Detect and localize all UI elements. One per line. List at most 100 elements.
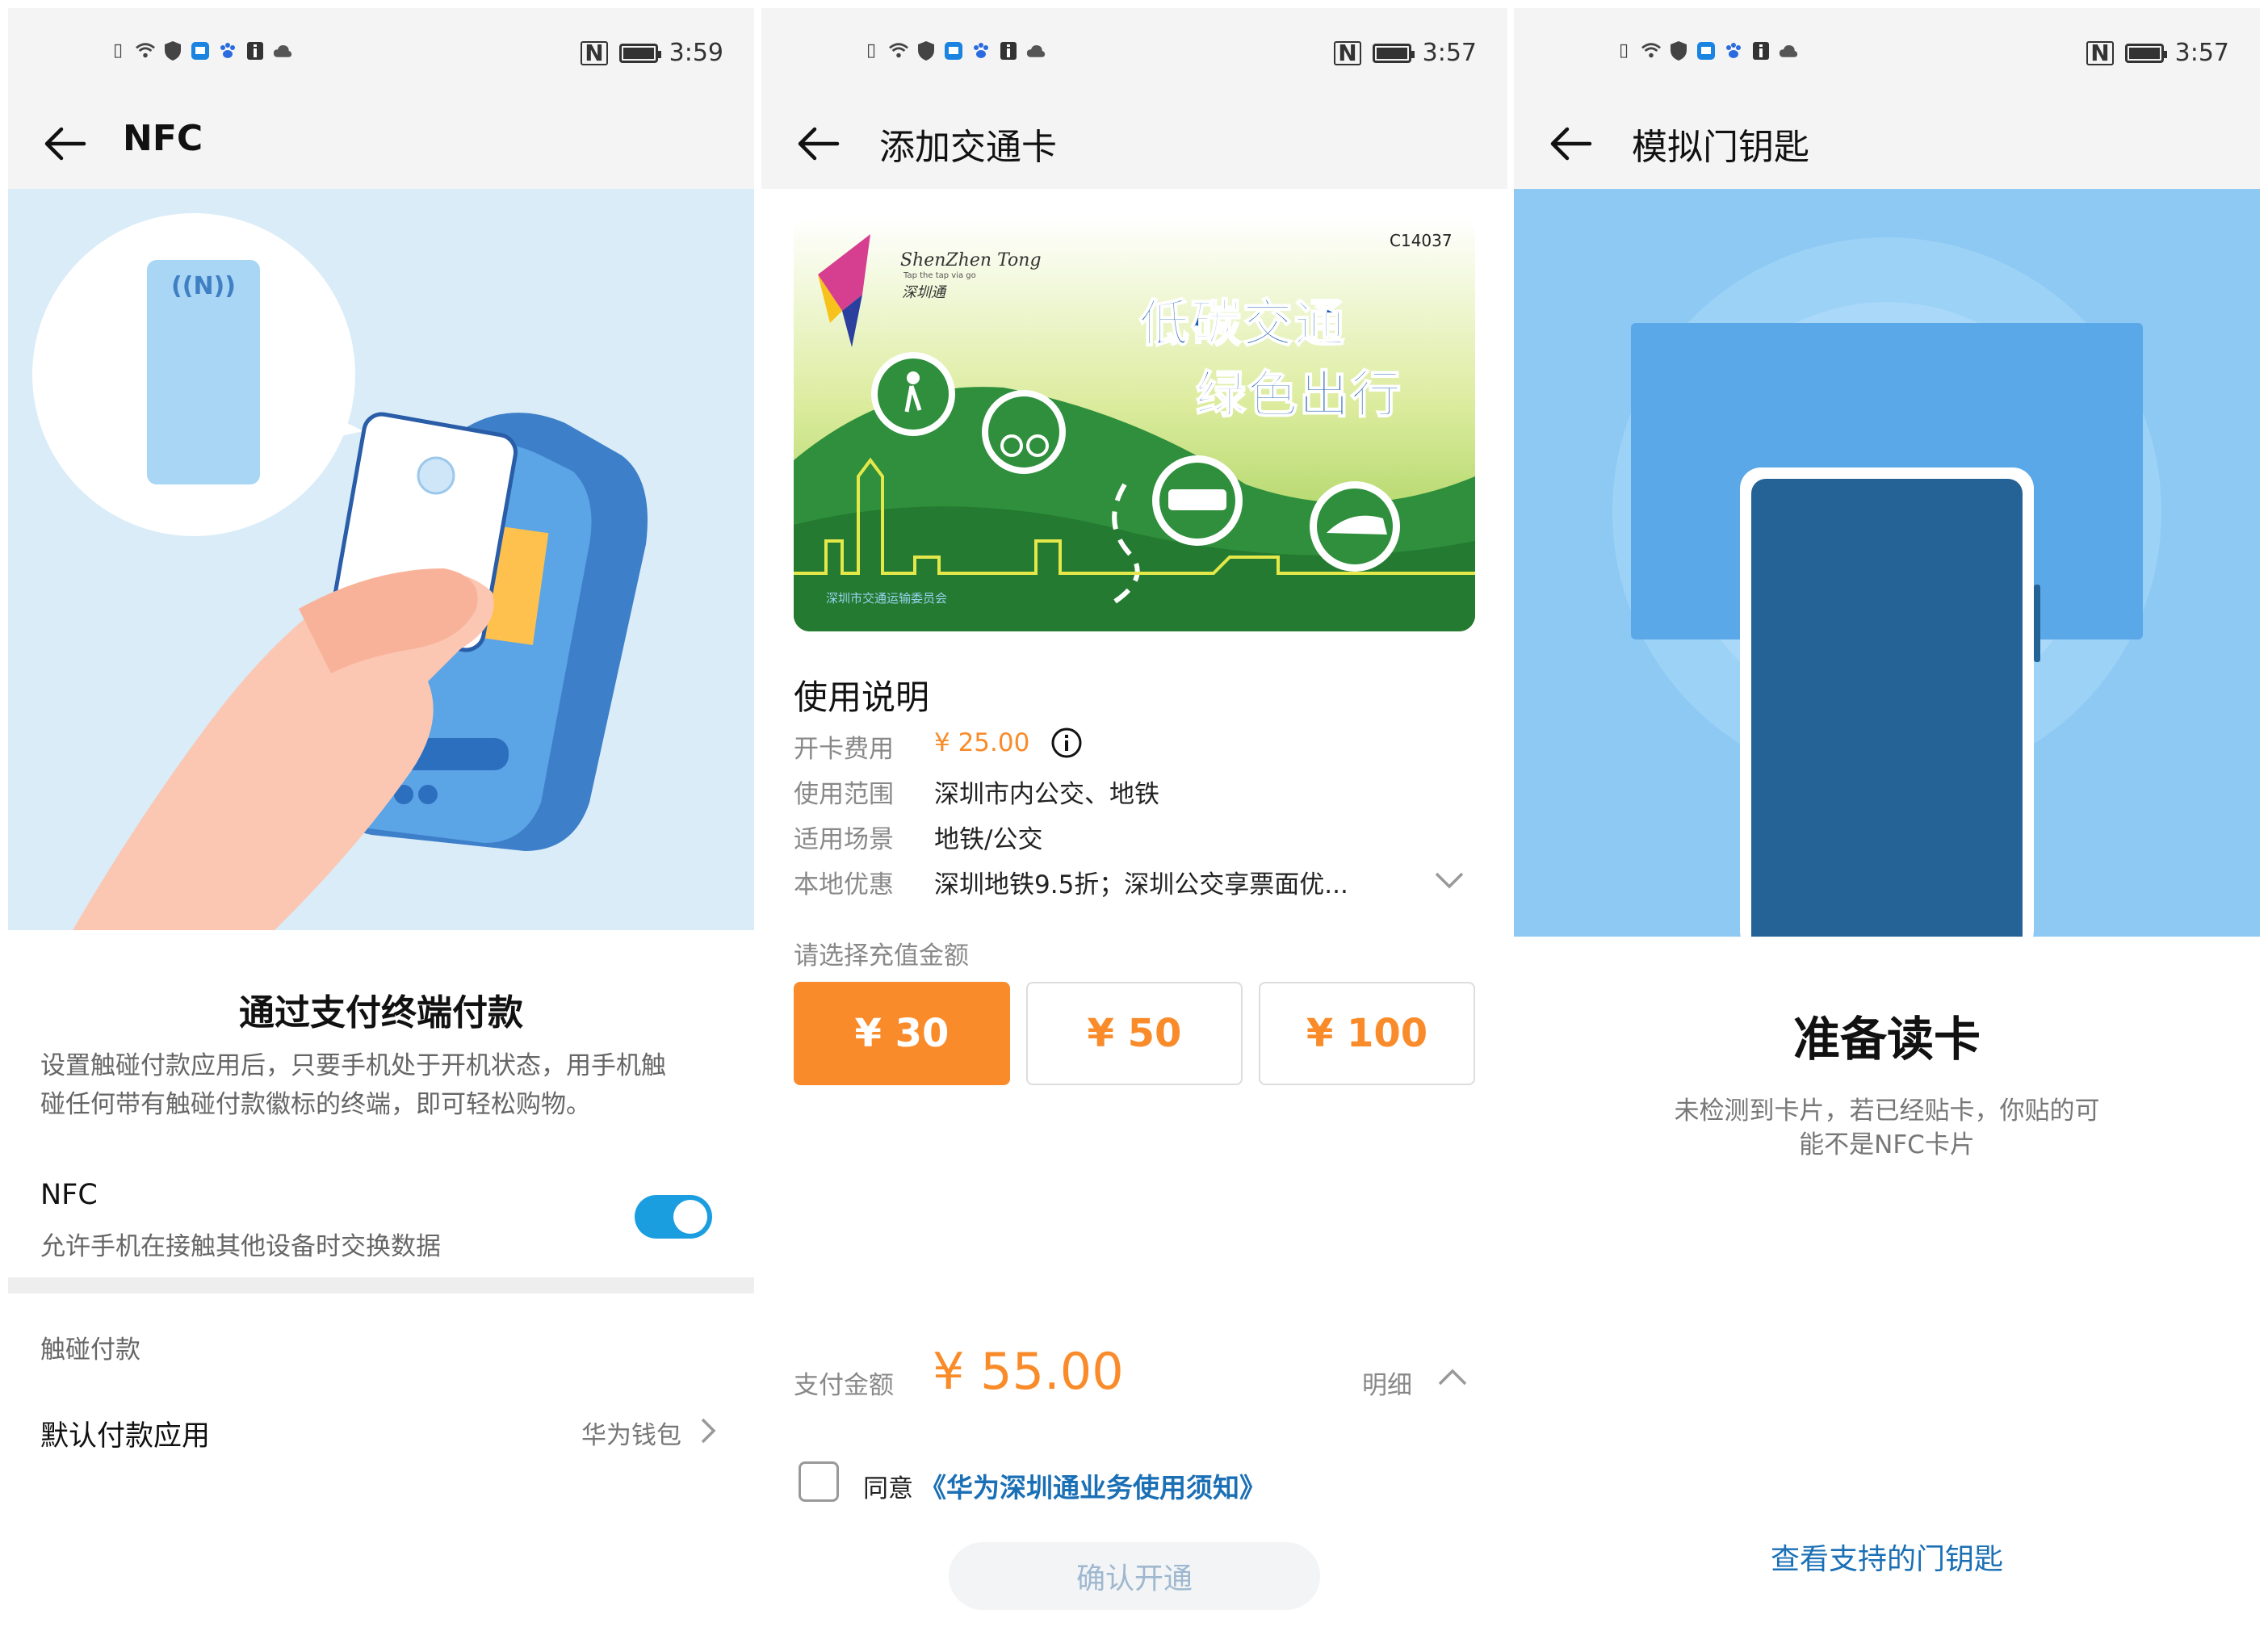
amount-option-50[interactable]: ¥ 50: [1026, 982, 1243, 1085]
status-bar: ▯ N 3:57: [1514, 8, 2260, 97]
agree-checkbox[interactable]: [799, 1461, 839, 1502]
wifi-icon: [136, 40, 155, 61]
pay-amount-value: ¥ 55.00: [933, 1342, 1124, 1401]
notification-icons: ▯: [108, 40, 292, 61]
nfc-label: NFC: [40, 1179, 98, 1211]
door-key-screen: ▯ N 3:57 模拟门钥匙 准备读卡 未检测到卡片，若已经贴卡，你贴的可 能不…: [1514, 8, 2260, 1621]
card-issuer: 深圳市交通运输委员会: [826, 591, 948, 606]
app-bar: 添加交通卡: [761, 97, 1507, 189]
info-value-fee: ¥ 25.00: [934, 728, 1030, 757]
info-circle-icon[interactable]: [1050, 727, 1083, 759]
app-bar: NFC: [8, 97, 754, 189]
pay-amount-label: 支付金额: [794, 1371, 894, 1400]
section-description-line1: 设置触碰付款应用后，只要手机处于开机状态，用手机触: [40, 1051, 666, 1080]
app-notification-icon: [1696, 40, 1716, 61]
app-notification-icon: [944, 40, 963, 61]
page-title: 模拟门钥匙: [1632, 127, 1809, 168]
add-transit-card-screen: ▯ N 3:57 添加交通卡 C14037 ShenZhen Tong Tap …: [761, 8, 1507, 1621]
status-time: 3:57: [2174, 39, 2229, 67]
status-right: N 3:57: [1334, 39, 1477, 67]
paw-icon: [218, 40, 237, 61]
status-bar: ▯ N 3:57: [761, 8, 1507, 97]
usage-title: 使用说明: [794, 677, 930, 717]
page-title: NFC: [123, 118, 203, 159]
section-divider: [8, 1277, 754, 1293]
battery-icon: [1372, 43, 1415, 63]
section-title: 通过支付终端付款: [239, 992, 523, 1034]
paw-icon: [1724, 40, 1743, 61]
shield-icon: [1669, 40, 1688, 61]
info-label-scenario: 适用场景: [794, 825, 894, 854]
back-arrow-icon[interactable]: [42, 121, 87, 166]
info-app-icon: [245, 40, 265, 61]
card-reading-illustration: [1514, 189, 2260, 937]
wifi-icon: [1641, 40, 1661, 61]
notification-icons: ▯: [1614, 40, 1798, 61]
chevron-down-icon[interactable]: [1433, 870, 1465, 890]
wifi-icon: [889, 40, 908, 61]
default-app-value: 华为钱包: [581, 1421, 681, 1450]
nfc-status-icon: N: [2086, 40, 2114, 65]
ready-desc-line2: 能不是NFC卡片: [1799, 1130, 1975, 1159]
nfc-settings-screen: ▯ N 3:59 NFC ((N)) 通过支付终端付款 设置触碰付款应用后，只要…: [8, 8, 754, 1621]
section-description-line2: 碰任何带有触碰付款徽标的终端，即可轻松购物。: [40, 1090, 591, 1119]
shield-icon: [163, 40, 182, 61]
default-payment-app-row[interactable]: 默认付款应用 华为钱包: [8, 1381, 754, 1470]
notification-icons: ▯: [862, 40, 1046, 61]
paw-icon: [971, 40, 991, 61]
terms-link[interactable]: 《华为深圳通业务使用须知》: [920, 1466, 1266, 1505]
card-brand-cn: 深圳通: [902, 284, 945, 301]
sim-icon: ▯: [1618, 40, 1629, 61]
nfc-toggle[interactable]: [635, 1195, 712, 1239]
chevron-up-icon[interactable]: [1436, 1368, 1469, 1387]
cloud-icon: [273, 40, 292, 61]
battery-icon: [2124, 43, 2167, 63]
status-time: 3:59: [669, 39, 723, 67]
sim-icon: ▯: [112, 40, 124, 61]
ready-desc-line1: 未检测到卡片，若已经贴卡，你贴的可: [1674, 1096, 2100, 1126]
battery-icon: [618, 43, 661, 63]
touch-pay-header: 触碰付款: [40, 1335, 140, 1365]
chevron-right-icon: [701, 1418, 716, 1444]
back-arrow-icon[interactable]: [795, 121, 841, 166]
page-title: 添加交通卡: [879, 127, 1057, 168]
status-right: N 3:59: [581, 39, 723, 67]
amount-option-100[interactable]: ¥ 100: [1259, 982, 1475, 1085]
nfc-status-icon: N: [581, 40, 608, 65]
shield-icon: [916, 40, 936, 61]
status-bar: ▯ N 3:59: [8, 8, 754, 97]
info-value-scope: 深圳市内公交、地铁: [934, 780, 1159, 809]
sim-icon: ▯: [866, 40, 877, 61]
info-value-scenario: 地铁/公交: [934, 825, 1043, 854]
cloud-icon: [1779, 40, 1798, 61]
amount-option-30[interactable]: ¥ 30: [794, 982, 1010, 1085]
toggle-knob: [673, 1200, 707, 1234]
info-label-scope: 使用范围: [794, 780, 894, 809]
info-value-discount: 深圳地铁9.5折；深圳公交享票面优...: [934, 870, 1348, 899]
info-label-fee: 开卡费用: [794, 735, 894, 764]
status-time: 3:57: [1422, 39, 1477, 67]
card-brand-script: ShenZhen Tong: [900, 250, 1042, 270]
agree-text: 同意: [863, 1474, 913, 1503]
card-brand-tagline: Tap the tap via go: [903, 271, 976, 280]
ready-title: 准备读卡: [1792, 1012, 1981, 1067]
nfc-description: 允许手机在接触其他设备时交换数据: [40, 1232, 441, 1261]
nfc-status-icon: N: [1334, 40, 1361, 65]
info-label-discount: 本地优惠: [794, 870, 894, 899]
info-app-icon: [1751, 40, 1771, 61]
card-slogan-1: 低碳交通: [1138, 293, 1347, 354]
detail-link[interactable]: 明细: [1362, 1365, 1412, 1401]
nfc-payment-illustration: ((N)): [8, 189, 754, 930]
info-app-icon: [999, 40, 1018, 61]
app-notification-icon: [191, 40, 210, 61]
status-right: N 3:57: [2086, 39, 2229, 67]
transit-card-image: C14037 ShenZhen Tong Tap the tap via go …: [794, 218, 1475, 631]
card-serial: C14037: [1390, 231, 1453, 250]
default-app-label: 默认付款应用: [40, 1420, 211, 1453]
supported-keys-link[interactable]: 查看支持的门钥匙: [1514, 1536, 2260, 1578]
card-slogan-2: 绿色出行: [1195, 364, 1403, 425]
back-arrow-icon[interactable]: [1548, 121, 1593, 166]
app-bar: 模拟门钥匙: [1514, 97, 2260, 189]
confirm-activate-button[interactable]: 确认开通: [949, 1542, 1320, 1610]
amount-prompt: 请选择充值金额: [794, 941, 969, 971]
